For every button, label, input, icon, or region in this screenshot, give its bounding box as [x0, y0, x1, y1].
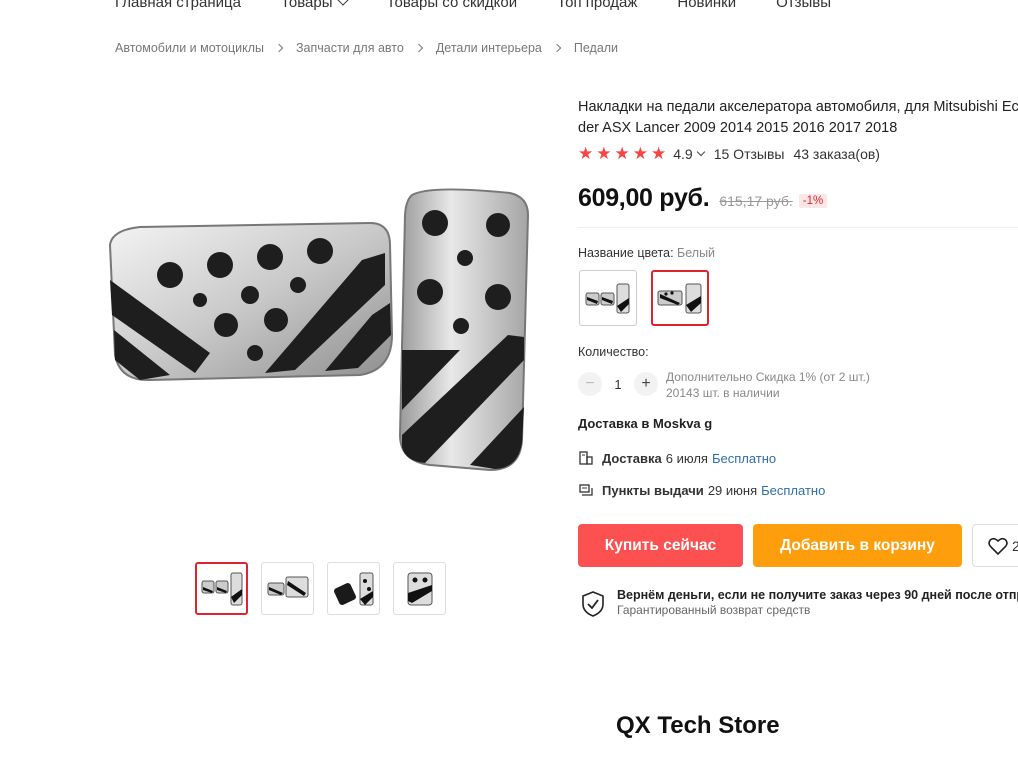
guarantee-title: Вернём деньги, если не получите заказ че…: [617, 588, 1018, 602]
nav-top-sales[interactable]: Топ продаж: [557, 0, 637, 11]
courier-date: 6 июля: [665, 450, 708, 466]
star-icon: ★: [614, 144, 630, 163]
main-product-image[interactable]: [100, 185, 540, 485]
nav-new[interactable]: Новинки: [677, 0, 736, 11]
chevron-right-icon: [274, 43, 284, 53]
top-nav: Главная страница Товары Товары со скидко…: [115, 0, 871, 11]
guarantee-subtitle: Гарантированный возврат средств: [617, 603, 811, 617]
nav-discounts[interactable]: Товары со скидкой: [387, 0, 518, 11]
orders-count: 43 заказа(ов): [793, 146, 880, 162]
thumbnail-strip: [195, 562, 446, 615]
breadcrumb-item[interactable]: Запчасти для авто: [296, 41, 404, 55]
quantity-info: Дополнительно Скидка 1% (от 2 шт.) 20143…: [666, 369, 870, 401]
wishlist-count: 2: [1012, 537, 1018, 554]
color-value: Белый: [677, 246, 716, 260]
quantity-value[interactable]: 1: [602, 377, 634, 392]
star-icon: ★: [651, 144, 667, 163]
delivery-destination[interactable]: Доставка в Moskva g: [578, 416, 712, 431]
nav-products[interactable]: Товары: [280, 0, 349, 11]
shield-check-icon: [580, 590, 606, 618]
thumbnail[interactable]: [261, 562, 314, 615]
heart-icon: [988, 537, 1008, 555]
thumbnail[interactable]: [195, 562, 248, 615]
nav-products-label: Товары: [280, 0, 333, 11]
pickup-date: 29 июня: [707, 482, 758, 498]
pickup-price: Бесплатно: [761, 482, 826, 498]
color-swatches: [579, 270, 709, 326]
stock-text: 20143 шт. в наличии: [666, 386, 780, 400]
product-title: Накладки на педали акселератора автомоби…: [578, 97, 1018, 139]
discount-badge: -1%: [798, 194, 828, 208]
rating-row: ★ ★ ★ ★ ★ 4.9 15 Отзывы 43 заказа(ов): [578, 145, 880, 163]
divider: [578, 227, 1018, 228]
store-name[interactable]: QX Tech Store: [616, 712, 780, 740]
extra-discount-text: Дополнительно Скидка 1% (от 2 шт.): [666, 370, 870, 384]
breadcrumb-item[interactable]: Педали: [574, 41, 618, 55]
nav-reviews[interactable]: Отзывы: [776, 0, 831, 11]
breadcrumb: Автомобили и мотоциклы Запчасти для авто…: [115, 41, 618, 55]
buy-now-button[interactable]: Купить сейчас: [578, 524, 743, 567]
quantity-stepper: − 1 +: [578, 372, 658, 396]
quantity-increase-button[interactable]: +: [634, 372, 658, 396]
courier-delivery-row: Доставка 6 июля Бесплатно: [578, 450, 776, 466]
price-row: 609,00 руб. 615,17 руб. -1%: [578, 184, 828, 213]
breadcrumb-item[interactable]: Детали интерьера: [436, 41, 542, 55]
color-swatch-selected[interactable]: [651, 270, 709, 326]
rating-value[interactable]: 4.9: [673, 146, 692, 162]
chevron-down-icon: [336, 0, 349, 6]
courier-price: Бесплатно: [711, 450, 777, 466]
quantity-label: Количество:: [578, 345, 649, 359]
old-price: 615,17 руб.: [719, 193, 793, 209]
color-swatch[interactable]: [579, 270, 637, 326]
star-icon: ★: [632, 144, 648, 163]
star-icon: ★: [578, 144, 594, 163]
thumbnail[interactable]: [327, 562, 380, 615]
delivery-box-icon: [578, 450, 594, 466]
chevron-right-icon: [552, 43, 562, 53]
add-to-cart-button[interactable]: Добавить в корзину: [753, 524, 962, 567]
pickup-delivery-row: Пункты выдачи 29 июня Бесплатно: [578, 482, 825, 498]
color-label-text: Название цвета:: [578, 246, 674, 260]
money-back-guarantee: Вернём деньги, если не получите заказ че…: [580, 588, 1018, 618]
nav-home[interactable]: Главная страница: [115, 0, 241, 11]
current-price: 609,00 руб.: [578, 184, 710, 212]
chevron-down-icon[interactable]: [696, 147, 705, 157]
product-title-line: Накладки на педали акселератора автомоби…: [578, 99, 1018, 115]
reviews-link[interactable]: 15 Отзывы: [714, 146, 785, 162]
chevron-right-icon: [414, 43, 424, 53]
color-label: Название цвета: Белый: [578, 246, 715, 260]
breadcrumb-item[interactable]: Автомобили и мотоциклы: [115, 41, 264, 55]
star-icon: ★: [596, 144, 612, 163]
quantity-decrease-button[interactable]: −: [578, 372, 602, 396]
pickup-point-icon: [578, 482, 594, 498]
wishlist-button[interactable]: 2: [972, 524, 1018, 567]
pickup-label: Пункты выдачи: [602, 482, 704, 498]
rating-stars: ★ ★ ★ ★ ★: [578, 145, 666, 163]
product-title-line: der ASX Lancer 2009 2014 2015 2016 2017 …: [578, 120, 898, 136]
thumbnail[interactable]: [393, 562, 446, 615]
courier-label: Доставка: [602, 450, 662, 466]
